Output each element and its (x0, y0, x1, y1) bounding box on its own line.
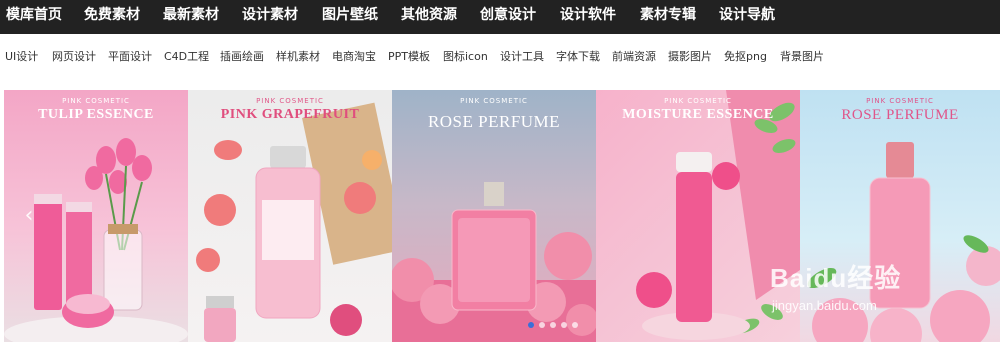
panel-brand: PINK COSMETIC (256, 97, 324, 105)
carousel-dot[interactable] (572, 322, 578, 328)
nav-item-design[interactable]: 设计素材 (242, 0, 298, 34)
nav-item-home[interactable]: 模库首页 (6, 0, 62, 34)
category-icon[interactable]: 图标icon (443, 48, 488, 64)
watermark-url: jingyan.baidu.com (772, 298, 877, 313)
panel-brand: PINK COSMETIC (664, 97, 732, 105)
category-graphic[interactable]: 平面设计 (108, 48, 152, 64)
nav-item-wallpaper[interactable]: 图片壁纸 (322, 0, 378, 34)
carousel-dots (528, 322, 578, 328)
panel-brand: PINK COSMETIC (62, 97, 130, 105)
banner-panel-rose-perfume[interactable]: PINK COSMETIC ROSE PERFUME (392, 90, 596, 342)
panel-title: TULIP ESSENCE (38, 107, 154, 122)
carousel-dot[interactable] (528, 322, 534, 328)
carousel-dot[interactable] (550, 322, 556, 328)
baidu-jingyan-watermark: Baidu经验 jingyan.baidu.com (770, 258, 970, 328)
nav-item-creative[interactable]: 创意设计 (480, 0, 536, 34)
carousel-dot[interactable] (539, 322, 545, 328)
category-bar: UI设计 网页设计 平面设计 C4D工程 插画绘画 样机素材 电商淘宝 PPT模… (0, 34, 1000, 76)
category-ppt[interactable]: PPT模板 (388, 48, 430, 64)
category-background[interactable]: 背景图片 (780, 48, 824, 64)
carousel-prev-arrow[interactable]: ‹ (20, 202, 38, 230)
panel-brand: PINK COSMETIC (460, 97, 528, 105)
nav-item-other[interactable]: 其他资源 (401, 0, 457, 34)
category-ui[interactable]: UI设计 (5, 48, 38, 64)
top-nav: 模库首页 免费素材 最新素材 设计素材 图片壁纸 其他资源 创意设计 设计软件 … (0, 0, 1000, 34)
nav-item-guide[interactable]: 设计导航 (719, 0, 775, 34)
panel-title: PINK GRAPEFRUIT (220, 107, 360, 122)
panel-title: ROSE PERFUME (841, 107, 959, 123)
category-web[interactable]: 网页设计 (52, 48, 96, 64)
panel-title: ROSE PERFUME (427, 112, 561, 131)
nav-item-latest[interactable]: 最新素材 (163, 0, 219, 34)
nav-item-free[interactable]: 免费素材 (84, 0, 140, 34)
grapefruit-product-image (196, 102, 392, 342)
watermark-logo: Baidu经验 (770, 263, 902, 293)
category-c4d[interactable]: C4D工程 (164, 48, 209, 64)
category-frontend[interactable]: 前端资源 (612, 48, 656, 64)
category-mockup[interactable]: 样机素材 (276, 48, 320, 64)
nav-item-collection[interactable]: 素材专辑 (640, 0, 696, 34)
category-ecommerce[interactable]: 电商淘宝 (332, 48, 376, 64)
category-fonts[interactable]: 字体下载 (556, 48, 600, 64)
category-photography[interactable]: 摄影图片 (668, 48, 712, 64)
category-tools[interactable]: 设计工具 (500, 48, 544, 64)
nav-item-software[interactable]: 设计软件 (560, 0, 616, 34)
category-illustration[interactable]: 插画绘画 (220, 48, 264, 64)
panel-brand: PINK COSMETIC (866, 97, 934, 105)
carousel-dot[interactable] (561, 322, 567, 328)
category-png[interactable]: 免抠png (724, 48, 767, 64)
banner-panel-grapefruit[interactable]: PINK COSMETIC PINK GRAPEFRUIT (188, 90, 392, 342)
panel-title: MOISTURE ESSENCE (622, 107, 774, 122)
